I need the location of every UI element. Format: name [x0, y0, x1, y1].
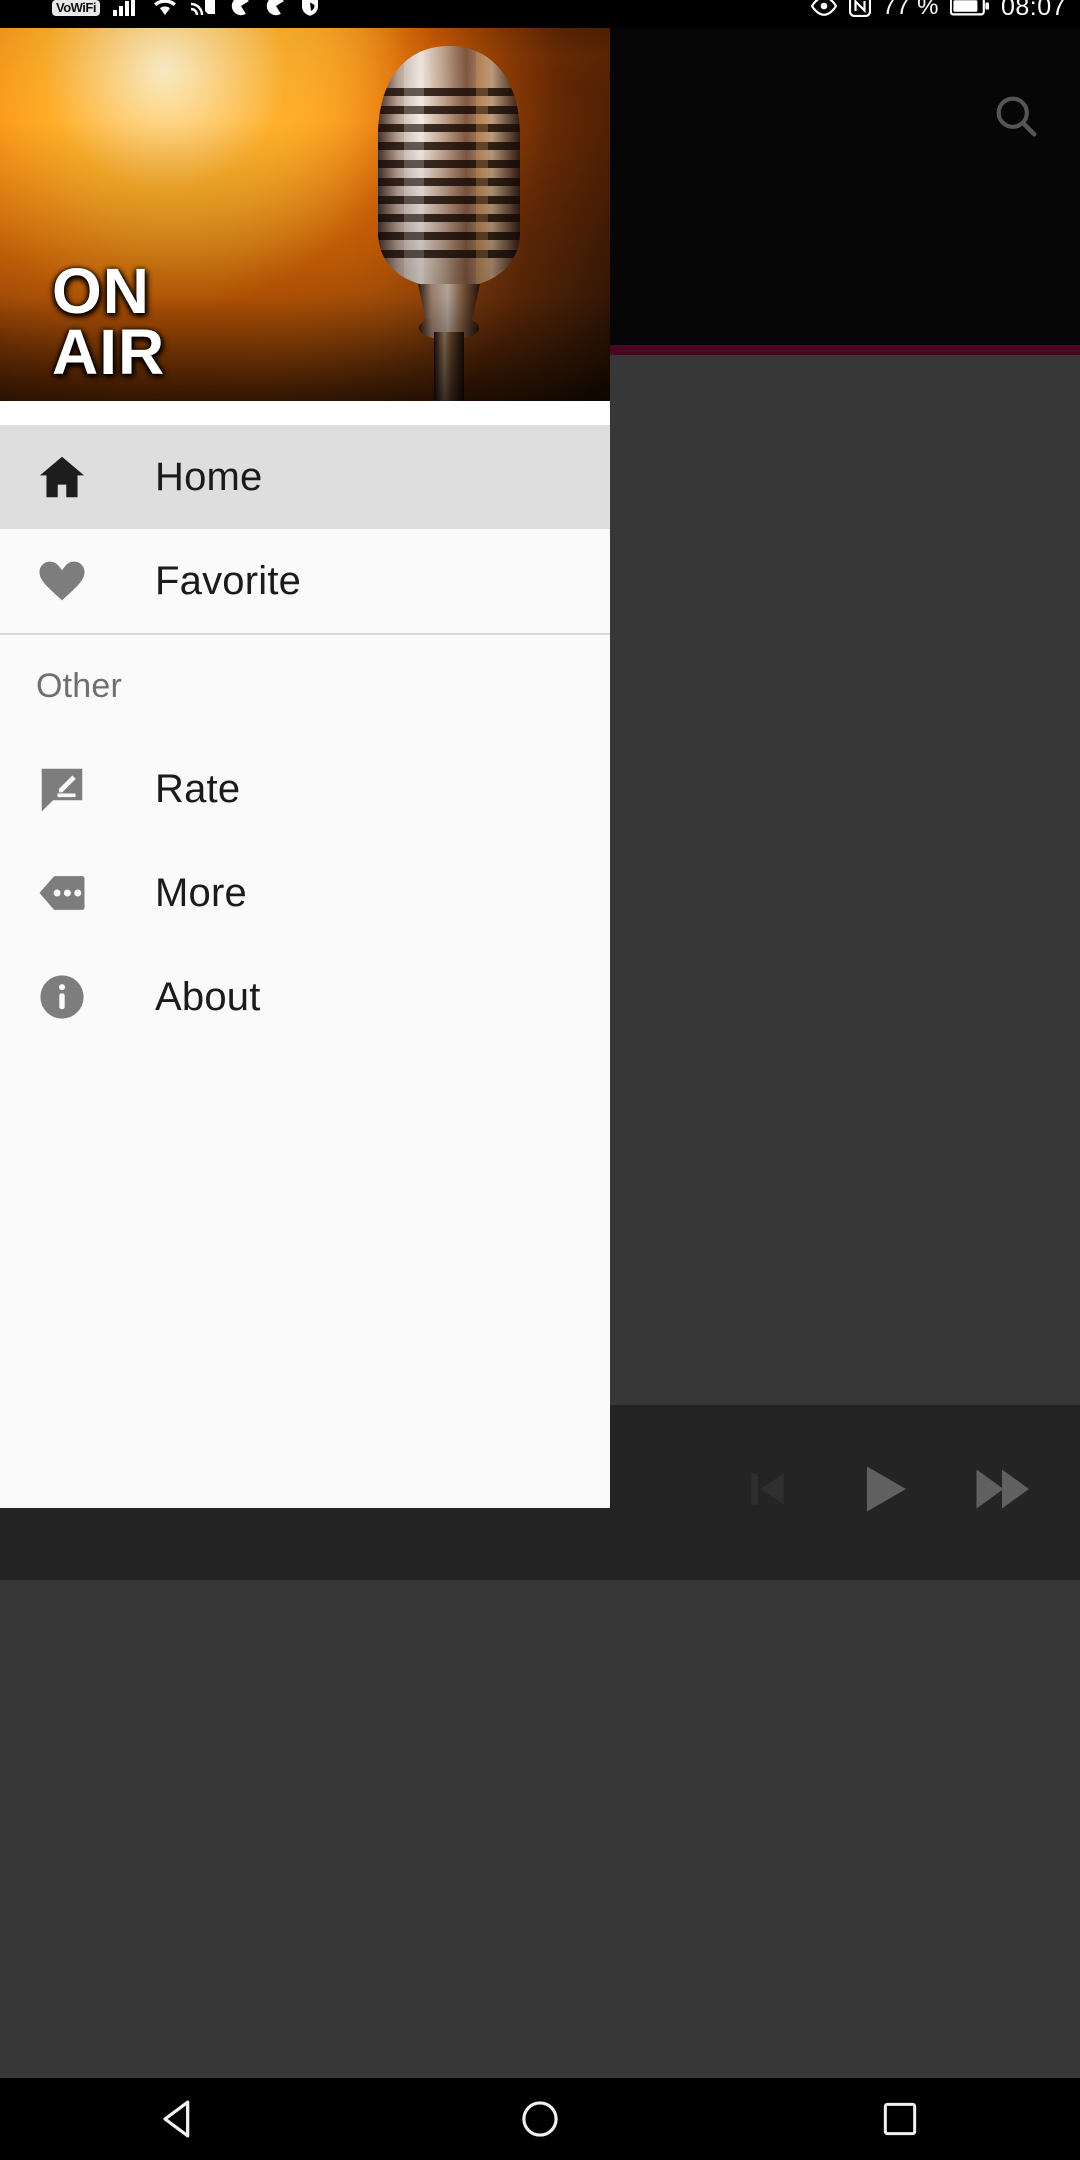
sidebar-item-label: More [155, 870, 247, 915]
sidebar-item-about[interactable]: About [0, 945, 610, 1049]
on-air-line2: AIR [52, 316, 166, 389]
on-air-text: ON AIR [52, 259, 166, 389]
wifi-icon [152, 0, 178, 21]
home-circle-icon[interactable] [480, 2078, 600, 2160]
sync-icon [230, 0, 252, 21]
system-nav-bar [0, 2078, 1080, 2160]
rate-review-icon [34, 761, 90, 817]
sidebar-item-label: About [155, 974, 261, 1019]
phone-screen: MS ORIES [0, 0, 1080, 2160]
eye-icon [810, 0, 838, 21]
status-bar-clock: 08:07 [1000, 0, 1066, 21]
nfc-icon [849, 0, 872, 22]
recents-square-icon[interactable] [840, 2078, 960, 2160]
sidebar-item-label: Favorite [155, 558, 302, 603]
sidebar-item-home[interactable]: Home [0, 425, 610, 529]
vowifi-badge: VoWiFi [52, 0, 100, 16]
drawer-header-spacer [0, 401, 610, 425]
back-triangle-icon[interactable] [120, 2078, 240, 2160]
sidebar-item-label: Home [155, 454, 263, 499]
drawer-empty-space [0, 1049, 610, 1508]
sidebar-item-favorite[interactable]: Favorite [0, 529, 610, 633]
home-icon [34, 449, 90, 505]
more-apps-icon [34, 865, 90, 921]
shield-icon [300, 0, 320, 21]
sidebar-item-more[interactable]: More [0, 841, 610, 945]
heart-icon [34, 553, 90, 609]
battery-percent: 77 % [882, 0, 939, 20]
cast-icon [190, 0, 217, 21]
status-bar: VoWiFi 77 % 08:07 [0, 0, 1080, 28]
sidebar-item-rate[interactable]: Rate [0, 737, 610, 841]
status-bar-right: 77 % 08:07 [810, 0, 1066, 28]
location-icon [265, 0, 287, 21]
status-bar-left: VoWiFi [52, 0, 320, 28]
drawer-header: ON AIR [0, 28, 610, 401]
info-icon [34, 969, 90, 1025]
signal-bars-icon [112, 0, 139, 21]
battery-icon [949, 0, 990, 21]
drawer-section-header: Other [0, 635, 610, 737]
sidebar-item-label: Rate [155, 766, 241, 811]
navigation-drawer: ON AIR Home Favorite Other Rate More Abo… [0, 28, 610, 1508]
